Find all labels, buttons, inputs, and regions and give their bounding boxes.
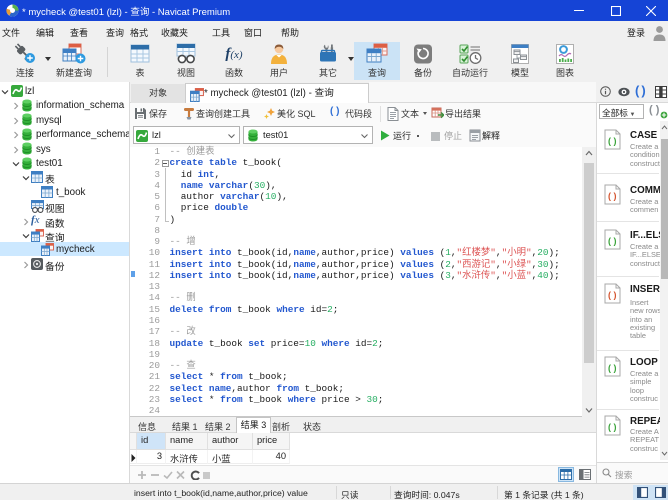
- svg-text:( ): ( ): [608, 136, 617, 146]
- svg-text:( ): ( ): [608, 422, 617, 432]
- svg-text:( ): ( ): [608, 236, 617, 246]
- svg-text:( ): ( ): [608, 363, 617, 373]
- svg-text:( ): ( ): [608, 191, 617, 201]
- svg-text:( ): ( ): [608, 290, 617, 300]
